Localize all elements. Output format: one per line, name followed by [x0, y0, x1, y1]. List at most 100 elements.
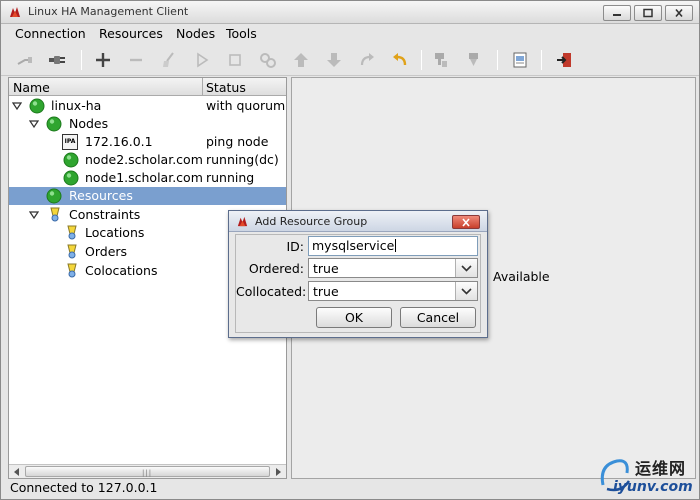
collocated-dropdown-button[interactable]: [455, 282, 477, 300]
watermark-top-text: 运维网: [635, 459, 687, 478]
collocated-select[interactable]: true: [308, 281, 478, 301]
dialog-close-button[interactable]: [452, 215, 480, 229]
collocated-value: true: [313, 284, 339, 299]
constraint-icon: [67, 263, 77, 278]
green-status-icon: [29, 98, 45, 114]
tree-label: node1.scholar.com: [85, 170, 203, 185]
maximize-button[interactable]: [634, 5, 662, 21]
menu-tools[interactable]: Tools: [226, 26, 257, 41]
scroll-right-button[interactable]: [271, 466, 285, 478]
ping-node-icon: IPA: [62, 134, 78, 150]
tree-row-resources[interactable]: Resources: [9, 187, 286, 205]
ordered-label: Ordered:: [248, 261, 304, 276]
heartbeat-logo-icon: [10, 7, 20, 17]
tree-status: running: [206, 170, 255, 185]
start-button[interactable]: [190, 49, 214, 71]
tree-label: Colocations: [85, 263, 158, 278]
tree-label: Nodes: [69, 116, 109, 131]
toolbar: [1, 44, 699, 76]
connect-icon: [49, 56, 65, 64]
detail-text: Available: [493, 269, 550, 284]
standby-icon: [435, 53, 447, 67]
migrate-button[interactable]: [256, 49, 280, 71]
ordered-value: true: [313, 261, 339, 276]
active-icon: [469, 53, 478, 66]
green-status-icon: [46, 188, 62, 204]
expand-arrow-icon[interactable]: [12, 101, 22, 111]
minimize-icon: [613, 14, 621, 16]
constraint-icon: [67, 244, 77, 259]
redo-button[interactable]: [355, 49, 379, 71]
menu-nodes[interactable]: Nodes: [176, 26, 215, 41]
dialog-title: Add Resource Group: [255, 215, 368, 228]
tree-row-ping-node[interactable]: IPA 172.16.0.1 ping node: [9, 133, 286, 151]
disconnect-button[interactable]: [13, 49, 37, 71]
exit-button[interactable]: [552, 49, 576, 71]
tree-status: ping node: [206, 134, 269, 149]
column-header-name[interactable]: Name: [13, 80, 50, 95]
tree-status: with quorum: [206, 98, 286, 113]
title-bar: Linux HA Management Client: [1, 1, 699, 24]
tree-label: 172.16.0.1: [85, 134, 153, 149]
cleanup-icon: [163, 52, 174, 67]
add-button[interactable]: [91, 49, 115, 71]
expand-arrow-icon[interactable]: [29, 210, 39, 220]
add-icon: [96, 53, 110, 67]
tree-row-linux-ha[interactable]: linux-ha with quorum: [9, 97, 286, 115]
view-button[interactable]: [508, 49, 532, 71]
menu-resources[interactable]: Resources: [99, 26, 163, 41]
id-label: ID:: [286, 239, 304, 254]
window-title: Linux HA Management Client: [28, 5, 189, 18]
heartbeat-logo-icon: [237, 216, 248, 227]
close-button[interactable]: [665, 5, 693, 21]
expand-arrow-icon[interactable]: [29, 119, 39, 129]
scroll-left-button[interactable]: [10, 466, 24, 478]
tree-label: linux-ha: [51, 98, 102, 113]
scrollbar-thumb[interactable]: |||: [25, 466, 270, 477]
tree-header: Name Status: [9, 78, 286, 96]
tree-status: running(dc): [206, 152, 279, 167]
close-icon: [675, 8, 683, 18]
dialog-body: ID: mysqlservice Ordered: true Collocate…: [235, 234, 481, 333]
id-input[interactable]: mysqlservice: [308, 236, 478, 256]
ordered-select[interactable]: true: [308, 258, 478, 278]
undo-button[interactable]: [388, 49, 412, 71]
ok-button[interactable]: OK: [316, 307, 392, 328]
green-status-icon: [63, 152, 79, 168]
tree-label: Locations: [85, 225, 145, 240]
tree-label: Orders: [85, 244, 128, 259]
remove-button[interactable]: [124, 49, 148, 71]
tree-row-nodes[interactable]: Nodes: [9, 115, 286, 133]
watermark-logo: 运维网 iyunv.com: [597, 453, 697, 497]
column-header-status[interactable]: Status: [206, 80, 246, 95]
ordered-dropdown-button[interactable]: [455, 259, 477, 277]
tree-label: Resources: [69, 188, 133, 203]
tree-row-node2[interactable]: node2.scholar.com running(dc): [9, 151, 286, 169]
standby-button[interactable]: [429, 49, 453, 71]
menu-connection[interactable]: Connection: [15, 26, 86, 41]
constraint-icon: [50, 207, 60, 222]
dialog-title-bar: Add Resource Group: [229, 211, 487, 232]
view-icon: [513, 52, 527, 68]
minimize-button[interactable]: [603, 5, 631, 21]
connect-button[interactable]: [45, 49, 69, 71]
remove-icon: [130, 58, 142, 62]
tree-label: Constraints: [69, 207, 141, 222]
main-window: Linux HA Management Client Connection Re…: [0, 0, 700, 500]
cleanup-button[interactable]: [157, 49, 181, 71]
tree-row-node1[interactable]: node1.scholar.com running: [9, 169, 286, 187]
disconnect-icon: [17, 57, 32, 65]
watermark-bottom-text: iyunv.com: [613, 479, 693, 495]
move-down-button[interactable]: [322, 49, 346, 71]
tree-label: node2.scholar.com: [85, 152, 203, 167]
menu-bar: Connection Resources Nodes Tools: [1, 24, 699, 44]
maximize-icon: [643, 8, 653, 18]
move-up-button[interactable]: [289, 49, 313, 71]
horizontal-scrollbar[interactable]: |||: [9, 464, 286, 478]
stop-button[interactable]: [223, 49, 247, 71]
active-button[interactable]: [462, 49, 486, 71]
cancel-button[interactable]: Cancel: [400, 307, 476, 328]
start-icon: [197, 52, 209, 68]
chevron-down-icon: [461, 287, 472, 295]
undo-icon: [393, 53, 407, 66]
